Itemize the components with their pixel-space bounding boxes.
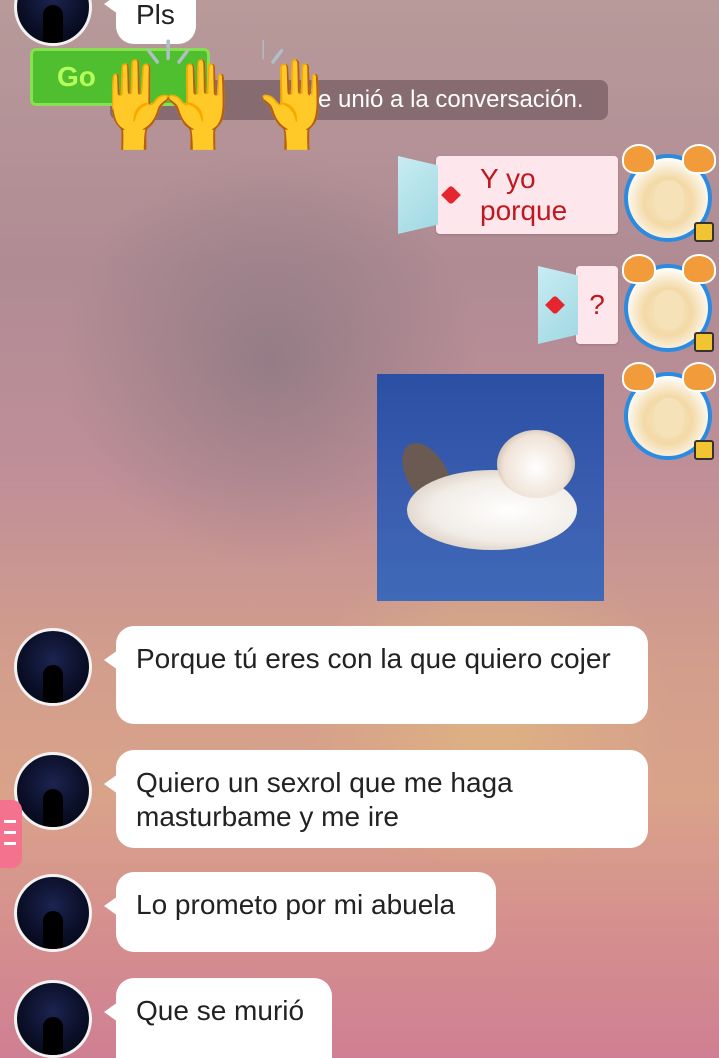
incoming-message-bubble: Lo prometo por mi abuela bbox=[104, 872, 496, 952]
badge-icon bbox=[694, 440, 714, 460]
avatar[interactable] bbox=[622, 362, 716, 460]
message-text: Pls bbox=[136, 0, 175, 30]
badge-icon bbox=[694, 222, 714, 242]
avatar[interactable] bbox=[14, 0, 92, 46]
heart-seal-icon bbox=[441, 185, 461, 205]
message-text: Que se murió bbox=[136, 995, 305, 1026]
incoming-message-bubble: Quiero un sexrol que me haga masturbame … bbox=[104, 750, 648, 848]
avatar[interactable] bbox=[14, 874, 92, 952]
cat-frame-icon bbox=[622, 254, 716, 286]
kitten-photo[interactable] bbox=[377, 374, 604, 601]
incoming-message-bubble: Que se murió bbox=[104, 978, 332, 1058]
outgoing-message-bubble: ? bbox=[538, 266, 618, 344]
message-text: Quiero un sexrol que me haga masturbame … bbox=[136, 767, 513, 832]
raised-hands-emoji: 🙌 bbox=[100, 36, 237, 159]
cat-frame-icon bbox=[622, 144, 716, 176]
go-button-label: Go bbox=[57, 61, 96, 92]
system-message-text: se unió a la conversación. bbox=[306, 86, 584, 113]
avatar[interactable] bbox=[14, 628, 92, 706]
kitten-head bbox=[497, 430, 575, 498]
avatar[interactable] bbox=[14, 980, 92, 1058]
side-menu-tab[interactable] bbox=[0, 800, 22, 868]
outgoing-message-bubble: Y yo porque bbox=[398, 156, 618, 234]
envelope-flap bbox=[398, 156, 438, 234]
message-text: Porque tú eres con la que quiero cojer bbox=[136, 643, 611, 674]
avatar[interactable] bbox=[622, 144, 716, 242]
message-text: Lo prometo por mi abuela bbox=[136, 889, 456, 920]
message-text: Y yo porque bbox=[480, 163, 568, 226]
message-text: ? bbox=[589, 289, 605, 320]
incoming-message-bubble: Porque tú eres con la que quiero cojer bbox=[104, 626, 648, 724]
raised-hands-emoji-left: 🙌 bbox=[100, 38, 237, 158]
avatar-face bbox=[654, 180, 684, 220]
cat-frame-icon bbox=[622, 362, 716, 394]
avatar-face bbox=[654, 398, 684, 438]
avatar[interactable] bbox=[622, 254, 716, 352]
avatar-face bbox=[654, 290, 684, 330]
badge-icon bbox=[694, 332, 714, 352]
avatar[interactable] bbox=[14, 752, 92, 830]
